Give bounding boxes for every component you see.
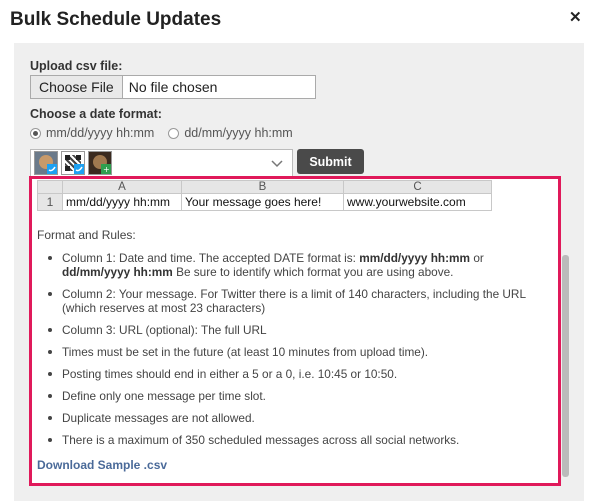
list-item: Define only one message per time slot. — [48, 389, 552, 403]
list-item: Column 1: Date and time. The accepted DA… — [48, 251, 552, 279]
scrollbar[interactable] — [562, 255, 569, 477]
download-sample-link[interactable]: Download Sample .csv — [37, 458, 167, 472]
column-header: C — [343, 180, 492, 194]
close-icon[interactable]: ✕ — [569, 8, 582, 26]
choose-file-button[interactable]: Choose File — [31, 76, 123, 98]
column-header: A — [62, 180, 182, 194]
sheet-cell: mm/dd/yyyy hh:mm — [62, 193, 182, 211]
date-format-option-mdy[interactable]: mm/dd/yyyy hh:mm — [30, 126, 154, 140]
date-format-options: mm/dd/yyyy hh:mm dd/mm/yyyy hh:mm — [30, 126, 307, 140]
upload-label: Upload csv file: — [30, 59, 123, 73]
date-format-option-dmy[interactable]: dd/mm/yyyy hh:mm — [168, 126, 293, 140]
sheet-corner — [37, 180, 63, 194]
list-item: Duplicate messages are not allowed. — [48, 411, 552, 425]
rules-title: Format and Rules: — [37, 228, 136, 242]
qr-code-avatar-icon[interactable] — [61, 151, 85, 175]
radio-label: dd/mm/yyyy hh:mm — [184, 126, 293, 140]
sample-spreadsheet: A B C 1 mm/dd/yyyy hh:mm Your message go… — [37, 180, 492, 211]
list-item: Column 2: Your message. For Twitter ther… — [48, 287, 552, 315]
list-item: Column 3: URL (optional): The full URL — [48, 323, 552, 337]
row-number: 1 — [37, 193, 63, 211]
file-input[interactable]: Choose File No file chosen — [30, 75, 316, 99]
sheet-cell: www.yourwebsite.com — [343, 193, 492, 211]
column-header: B — [181, 180, 344, 194]
chevron-down-icon[interactable] — [271, 157, 283, 171]
submit-button[interactable]: Submit — [297, 149, 364, 174]
profile-google-avatar-icon[interactable]: + — [88, 151, 112, 175]
profile-twitter-avatar-icon[interactable] — [34, 151, 58, 175]
radio-button[interactable] — [168, 127, 180, 139]
dialog-title: Bulk Schedule Updates — [10, 9, 222, 30]
radio-label: mm/dd/yyyy hh:mm — [46, 126, 155, 140]
svg-text:+: + — [103, 165, 110, 174]
radio-button[interactable] — [30, 127, 41, 139]
list-item: There is a maximum of 350 scheduled mess… — [48, 433, 552, 447]
date-format-label: Choose a date format: — [30, 107, 162, 121]
sheet-cell: Your message goes here! — [181, 193, 344, 211]
list-item: Posting times should end in either a 5 o… — [48, 367, 552, 381]
rules-list: Column 1: Date and time. The accepted DA… — [48, 251, 552, 455]
account-select[interactable]: + — [30, 149, 293, 177]
list-item: Times must be set in the future (at leas… — [48, 345, 552, 359]
file-status: No file chosen — [128, 79, 218, 95]
